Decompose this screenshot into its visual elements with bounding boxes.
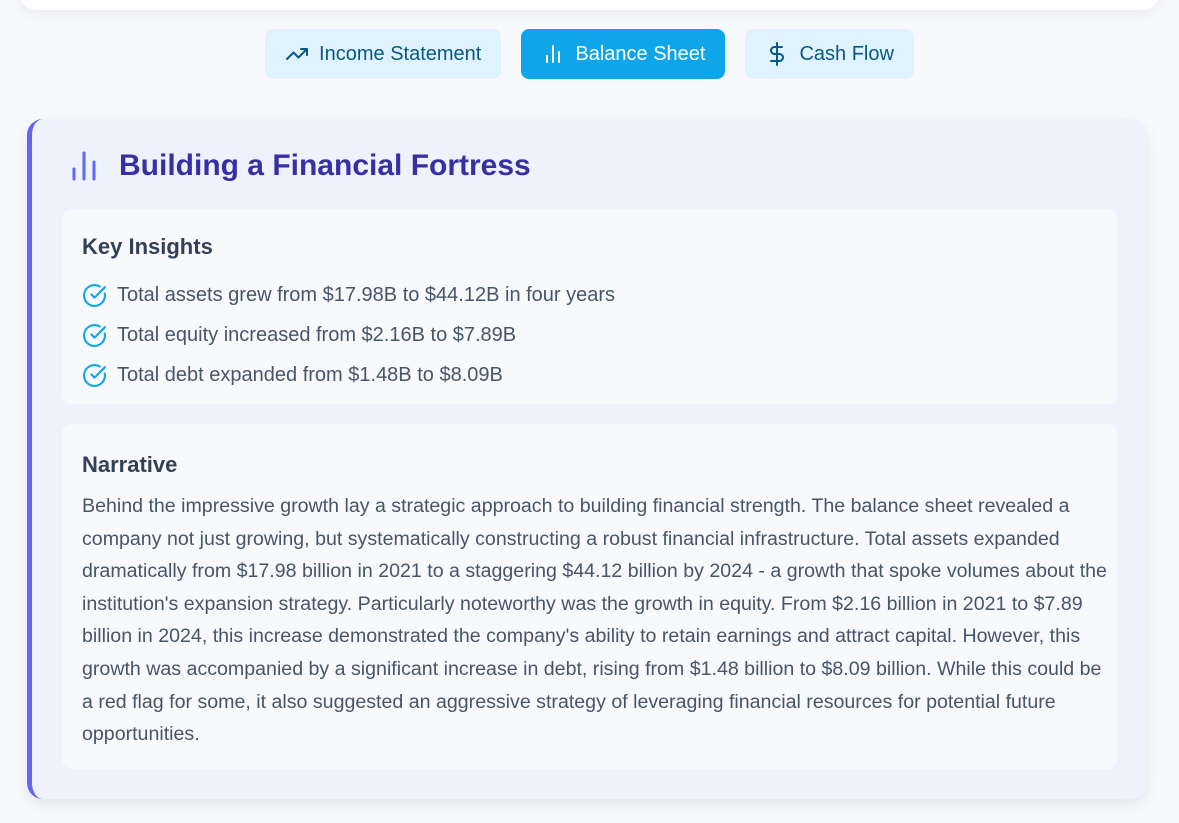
dollar-sign-icon xyxy=(770,42,785,66)
key-insights-heading: Key Insights xyxy=(82,234,213,259)
list-item: Total debt expanded from $1.48B to $8.09… xyxy=(82,355,615,395)
statement-tabs: Income Statement Balance Sheet Cash Flow xyxy=(0,29,1179,79)
insight-list: Total assets grew from $17.98B to $44.12… xyxy=(82,275,615,395)
narrative-panel: Narrative Behind the impressive growth l… xyxy=(62,424,1117,769)
insight-text: Total assets grew from $17.98B to $44.12… xyxy=(117,283,616,306)
tab-label: Cash Flow xyxy=(799,42,894,65)
check-circle-icon xyxy=(83,323,106,347)
check-circle-icon xyxy=(83,363,106,387)
tab-cash-flow[interactable]: Cash Flow xyxy=(745,29,914,79)
list-item: Total equity increased from $2.16B to $7… xyxy=(82,315,615,355)
story-card: Building a Financial Fortress Key Insigh… xyxy=(27,119,1147,799)
check-circle-icon xyxy=(83,283,106,307)
bar-chart-icon xyxy=(72,151,96,181)
tab-label: Income Statement xyxy=(319,42,482,65)
list-item: Total assets grew from $17.98B to $44.12… xyxy=(82,275,615,315)
insight-text: Total debt expanded from $1.48B to $8.09… xyxy=(117,363,503,386)
narrative-text: Behind the impressive growth lay a strat… xyxy=(82,495,1107,746)
tab-balance-sheet[interactable]: Balance Sheet xyxy=(521,29,726,79)
narrative-heading: Narrative xyxy=(82,452,178,477)
insight-text: Total equity increased from $2.16B to $7… xyxy=(117,323,517,346)
card-title: Building a Financial Fortress xyxy=(119,149,531,182)
bar-chart-icon xyxy=(546,45,561,63)
tab-income-statement[interactable]: Income Statement xyxy=(265,29,502,79)
tab-label: Balance Sheet xyxy=(575,42,706,65)
card-header: Building a Financial Fortress xyxy=(69,149,531,183)
trending-up-icon xyxy=(286,48,309,60)
previous-card-edge xyxy=(20,0,1159,10)
key-insights-panel: Key Insights Total assets grew from $17.… xyxy=(62,209,1117,404)
